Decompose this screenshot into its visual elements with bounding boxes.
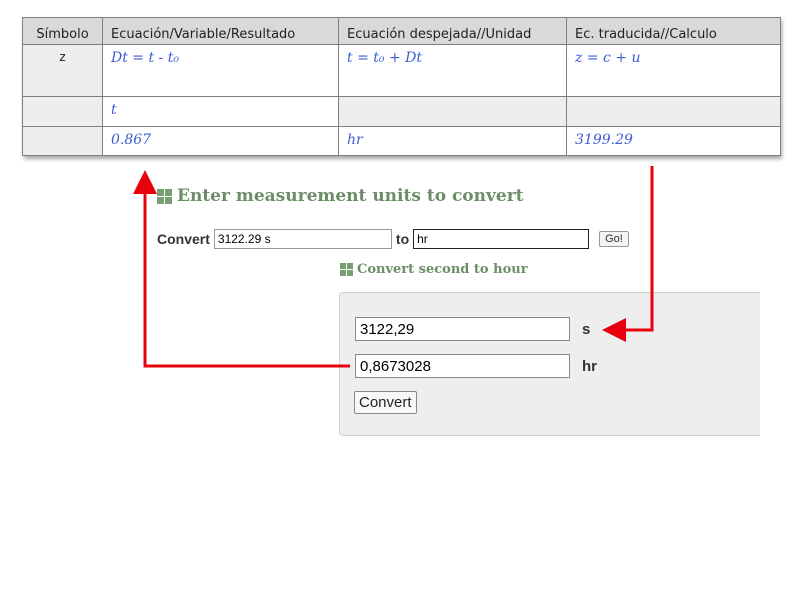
- table-cell: z = c + u: [566, 44, 781, 97]
- grid-icon: [340, 263, 353, 276]
- converter-subtitle-text: Convert second to hour: [357, 262, 528, 277]
- table-cell: z: [22, 44, 103, 97]
- conversion-panel: s hr Convert: [339, 292, 760, 436]
- col-header-traducida: Ec. traducida//Calculo: [566, 17, 781, 45]
- table-cell: [22, 96, 103, 127]
- go-button[interactable]: Go!: [599, 231, 629, 247]
- table-cell: 0.867: [102, 126, 339, 156]
- hours-input[interactable]: [355, 354, 570, 378]
- to-label: to: [395, 231, 410, 247]
- col-header-ecuacion: Ecuación/Variable/Resultado: [102, 17, 339, 45]
- table-cell: [22, 126, 103, 156]
- table-row: 0.867 hr 3199.29: [22, 126, 781, 156]
- converter-title: Enter measurement units to convert: [157, 186, 524, 206]
- seconds-row: s: [355, 317, 590, 341]
- convert-label: Convert: [157, 231, 210, 247]
- converter-title-text: Enter measurement units to convert: [177, 186, 524, 206]
- convert-button[interactable]: Convert: [354, 391, 417, 414]
- hours-row: hr: [355, 354, 597, 378]
- table-cell: t = t₀ + Dt: [338, 44, 567, 97]
- table-cell: t: [102, 96, 339, 127]
- table-row: t: [22, 96, 781, 127]
- hours-unit-label: hr: [582, 357, 597, 375]
- equation-table-container: Símbolo Ecuación/Variable/Resultado Ecua…: [22, 17, 781, 156]
- seconds-unit-label: s: [582, 320, 591, 338]
- table-cell: [338, 96, 567, 127]
- converter-subtitle: Convert second to hour: [340, 262, 528, 277]
- convert-form: Convert to Go!: [157, 229, 629, 249]
- col-header-despejada: Ecuación despejada//Unidad: [338, 17, 567, 45]
- equation-table: Símbolo Ecuación/Variable/Resultado Ecua…: [22, 17, 781, 156]
- grid-icon: [157, 188, 172, 204]
- table-header-row: Símbolo Ecuación/Variable/Resultado Ecua…: [22, 17, 781, 45]
- table-cell: hr: [338, 126, 567, 156]
- table-cell: [566, 96, 781, 127]
- table-cell: 3199.29: [566, 126, 781, 156]
- convert-to-input[interactable]: [413, 229, 590, 249]
- table-row: z Dt = t - t₀ t = t₀ + Dt z = c + u: [22, 44, 781, 97]
- convert-from-input[interactable]: [213, 229, 392, 249]
- table-cell: Dt = t - t₀: [102, 44, 339, 97]
- seconds-input[interactable]: [355, 317, 570, 341]
- col-header-simbolo: Símbolo: [22, 17, 103, 45]
